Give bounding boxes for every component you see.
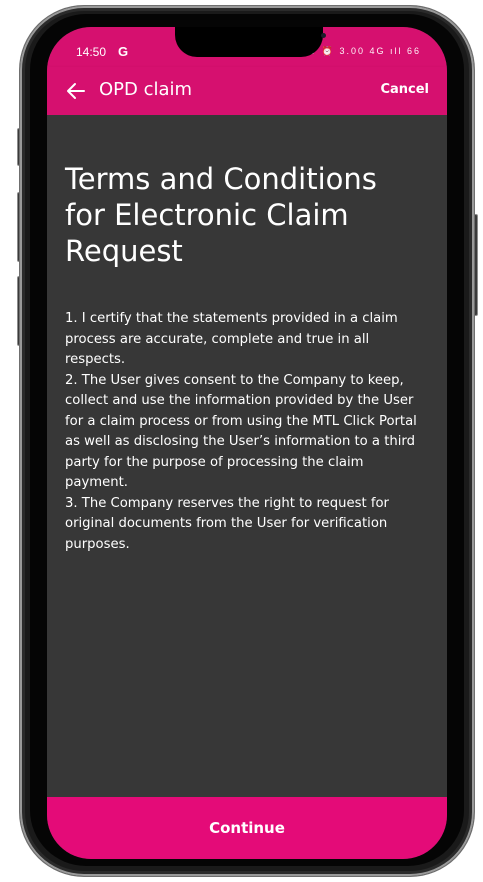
terms-clause-2: 2. The User gives consent to the Company…: [65, 372, 417, 491]
status-time: 14:50: [76, 45, 107, 59]
terms-heading: Terms and Conditions for Electronic Clai…: [65, 162, 377, 268]
page-title: OPD claim: [99, 79, 193, 100]
camera-notch: [175, 27, 326, 57]
terms-clause-3: 3. The Company reserves the right to req…: [65, 495, 389, 552]
terms-text: 1. I certify that the statements provide…: [65, 309, 429, 555]
continue-button-label: Continue: [209, 819, 285, 837]
continue-button[interactable]: Continue: [47, 797, 447, 859]
page: 14:50 G N ✈ ⊙ ⏰ 3.00 4G ıll 66 OPD claim…: [0, 0, 483, 882]
terms-clause-1: 1. I certify that the statements provide…: [65, 311, 398, 367]
back-button[interactable]: [61, 76, 91, 106]
phone-screen: 14:50 G N ✈ ⊙ ⏰ 3.00 4G ıll 66 OPD claim…: [47, 27, 447, 859]
google-app-indicator-icon: G: [118, 44, 129, 59]
app-bar: OPD claim Cancel: [47, 67, 447, 115]
terms-content[interactable]: Terms and Conditions for Electronic Clai…: [47, 115, 447, 797]
front-camera-icon: [321, 33, 326, 38]
arrow-left-icon: [67, 83, 85, 99]
cancel-button[interactable]: Cancel: [380, 82, 429, 97]
